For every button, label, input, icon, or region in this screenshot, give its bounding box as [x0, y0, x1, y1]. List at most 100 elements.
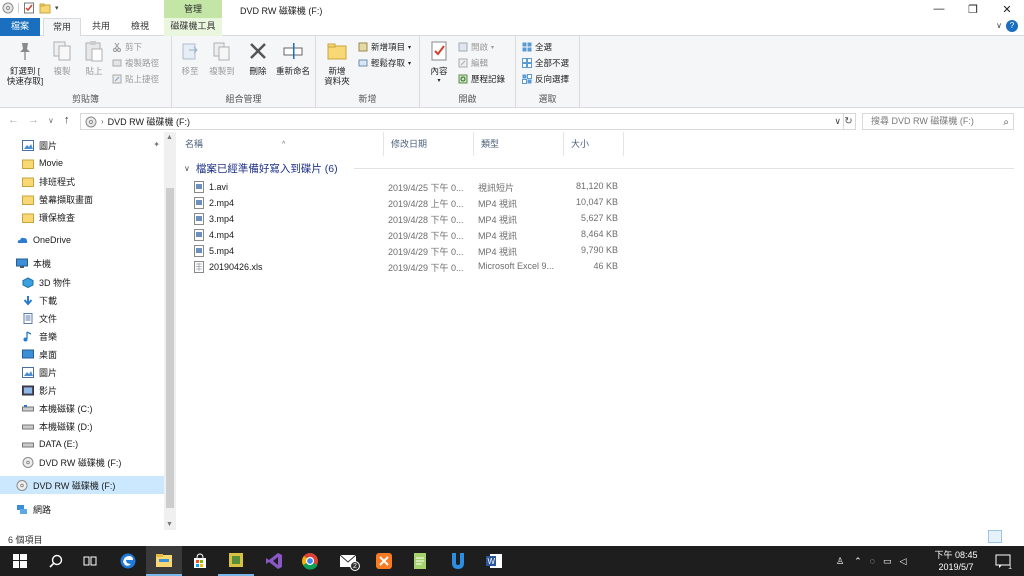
help-icon[interactable]: ? [1006, 20, 1018, 32]
history-button[interactable]: 歷程記錄 [458, 73, 505, 85]
move-to-button[interactable]: 移至 [176, 40, 204, 76]
column-header-name[interactable]: 名稱 ^ [178, 132, 384, 156]
search-button[interactable] [38, 546, 74, 576]
nav-item-downloads[interactable]: 下載 [0, 291, 164, 309]
new-folder-icon[interactable] [39, 2, 51, 14]
tab-home[interactable]: 常用 [43, 18, 81, 37]
file-explorer-button[interactable] [146, 546, 182, 576]
app-button[interactable] [218, 546, 254, 576]
search-icon[interactable]: ⌕ [1003, 115, 1009, 130]
mail-button[interactable]: 2 [330, 546, 366, 576]
recent-locations-button[interactable]: ∨ [48, 116, 54, 125]
new-folder-button[interactable]: 新增 資料夾 [320, 40, 354, 86]
file-row[interactable]: 2.mp4 2019/4/28 上午 0... MP4 視訊 10,047 KB [178, 195, 1024, 211]
copy-path-button[interactable]: 複製路徑 [112, 57, 159, 69]
rename-button[interactable]: 重新命名 [274, 40, 312, 76]
nav-item-drive-d[interactable]: 本機磁碟 (D:) [0, 417, 164, 435]
u-app-button[interactable] [440, 546, 476, 576]
nav-item-desktop[interactable]: 桌面 [0, 345, 164, 363]
nav-item-dvd-drive-f-root[interactable]: DVD RW 磁碟機 (F:) [0, 476, 164, 494]
xampp-button[interactable] [366, 546, 402, 576]
address-dropdown-icon[interactable]: ∨ [834, 116, 841, 127]
scroll-up-icon[interactable]: ▲ [166, 134, 173, 141]
nav-item-movie[interactable]: Movie [0, 154, 164, 172]
scroll-down-icon[interactable]: ▼ [166, 521, 173, 528]
file-row[interactable]: 3.mp4 2019/4/28 下午 0... MP4 視訊 5,627 KB [178, 211, 1024, 227]
start-button[interactable] [2, 546, 38, 576]
large-icons-view-button[interactable] [1004, 530, 1018, 543]
column-header-size[interactable]: 大小 [564, 132, 624, 156]
nav-item-dvd-drive-f[interactable]: DVD RW 磁碟機 (F:) [0, 453, 164, 471]
back-button[interactable]: ← [8, 114, 19, 126]
file-row[interactable]: 1.avi 2019/4/25 下午 0... 視訊短片 81,120 KB [178, 179, 1024, 195]
tab-view[interactable]: 檢視 [120, 18, 160, 36]
tab-share[interactable]: 共用 [84, 18, 118, 36]
notification-center-button[interactable]: 1 [988, 546, 1018, 576]
tab-drive-tools[interactable]: 磁碟機工具 [164, 18, 222, 36]
invert-selection-button[interactable]: 反向選擇 [522, 73, 569, 85]
nav-item-music[interactable]: 音樂 [0, 327, 164, 345]
easy-access-button[interactable]: 輕鬆存取 ▾ [358, 57, 411, 69]
address-path[interactable]: DVD RW 磁碟機 (F:) [108, 115, 190, 128]
address-bar[interactable]: › DVD RW 磁碟機 (F:) ∨ [80, 113, 844, 130]
group-header[interactable]: ∨ 檔案已經準備好寫入到碟片 (6) [184, 161, 1014, 176]
delete-button[interactable]: 刪除 [244, 40, 272, 76]
tab-file[interactable]: 檔案 [0, 18, 40, 36]
select-none-button[interactable]: 全部不選 [522, 57, 569, 69]
nav-scrollbar[interactable]: ▲ ▼ [164, 132, 176, 530]
cut-button[interactable]: 剪下 [112, 41, 142, 53]
word-button[interactable]: W [476, 546, 512, 576]
nav-item-drive-e[interactable]: DATA (E:) [0, 435, 164, 453]
show-hidden-icons-icon[interactable]: ⌃ [854, 556, 862, 567]
forward-button[interactable]: → [28, 114, 39, 126]
refresh-button[interactable]: ↻ [842, 113, 856, 130]
chevron-down-icon[interactable]: ∨ [184, 164, 190, 173]
edge-button[interactable] [110, 546, 146, 576]
ribbon-collapse-icon[interactable]: ∨ [996, 21, 1002, 30]
search-input[interactable]: 搜尋 DVD RW 磁碟機 (F:) ⌕ [862, 113, 1014, 130]
column-header-date[interactable]: 修改日期 [384, 132, 474, 156]
nav-item-pictures[interactable]: 圖片 [0, 363, 164, 381]
volume-icon[interactable]: ◁ [900, 556, 907, 567]
visual-studio-button[interactable] [256, 546, 292, 576]
maximize-button[interactable]: ❐ [956, 0, 990, 18]
nav-item-drive-c[interactable]: 本機磁碟 (C:) [0, 399, 164, 417]
task-view-button[interactable] [72, 546, 108, 576]
close-button[interactable]: ✕ [990, 0, 1024, 18]
nav-item-documents[interactable]: 文件 [0, 309, 164, 327]
network-status-icon[interactable]: ◌ [870, 556, 875, 566]
nav-item-videos[interactable]: 影片 [0, 381, 164, 399]
store-button[interactable] [182, 546, 218, 576]
properties-button[interactable]: 內容 ▾ [426, 40, 452, 86]
file-row[interactable]: 5.mp4 2019/4/29 下午 0... MP4 視訊 9,790 KB [178, 243, 1024, 259]
paste-shortcut-button[interactable]: 貼上捷徑 [112, 73, 159, 85]
copy-button[interactable]: 複製 [48, 40, 76, 76]
file-row[interactable]: 20190426.xls 2019/4/29 下午 0... Microsoft… [178, 259, 1024, 275]
keyboard-icon[interactable]: ▭ [883, 556, 892, 567]
copy-to-button[interactable]: 複製到 [206, 40, 238, 76]
paste-button[interactable]: 貼上 [80, 40, 108, 76]
clock[interactable]: 下午 08:45 2019/5/7 [928, 549, 984, 573]
nav-scroll-thumb[interactable] [166, 188, 174, 508]
nav-item-3d-objects[interactable]: 3D 物件 [0, 273, 164, 291]
nav-item-eco-check[interactable]: 環保檢查 [0, 208, 164, 226]
nav-item-pictures-quick[interactable]: 圖片 ✦ [0, 136, 164, 154]
chrome-button[interactable] [292, 546, 328, 576]
nav-item-schedule[interactable]: 排班程式 [0, 172, 164, 190]
open-button[interactable]: 開啟 ▾ [458, 41, 494, 53]
nav-item-network[interactable]: 網路 [0, 500, 164, 518]
pin-icon[interactable]: ✦ [153, 140, 160, 149]
nav-item-screenshots[interactable]: 螢幕擷取畫面 [0, 190, 164, 208]
details-view-button[interactable] [988, 530, 1002, 543]
nav-item-this-pc[interactable]: 本機 [0, 254, 164, 272]
file-row[interactable]: 4.mp4 2019/4/28 下午 0... MP4 視訊 8,464 KB [178, 227, 1024, 243]
people-icon[interactable]: ♙ [836, 556, 844, 567]
up-button[interactable]: ↑ [64, 114, 70, 126]
edit-button[interactable]: 編輯 [458, 57, 488, 69]
column-header-type[interactable]: 類型 [474, 132, 564, 156]
minimize-button[interactable]: — [922, 0, 956, 18]
properties-icon[interactable] [23, 2, 35, 14]
pin-quick-access-button[interactable]: 釘選到 [ 快速存取] [4, 40, 46, 86]
select-all-button[interactable]: 全選 [522, 41, 552, 53]
new-item-button[interactable]: 新增項目 ▾ [358, 41, 411, 53]
